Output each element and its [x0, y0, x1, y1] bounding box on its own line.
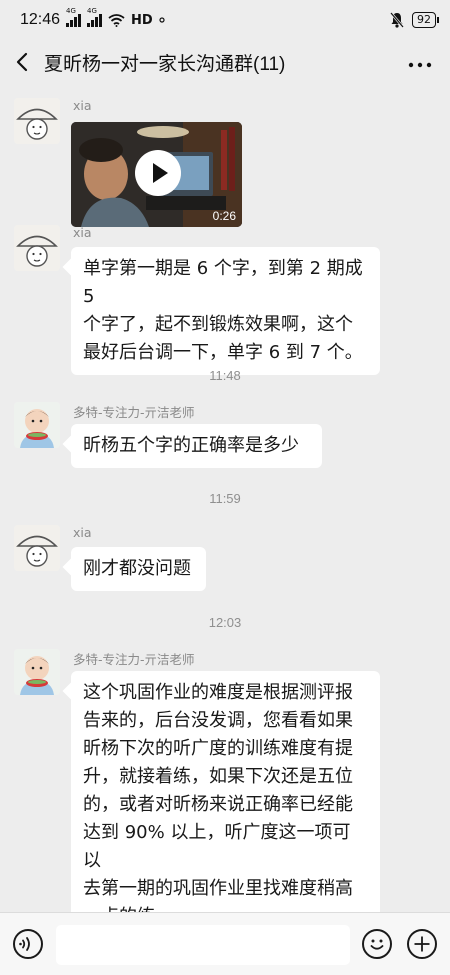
- message-text: xia 单字第一期是 6 个字，到第 2 期成 5 个字了，起不到锻炼效果啊，这…: [14, 225, 434, 375]
- back-button[interactable]: [0, 40, 44, 84]
- avatar-hat-face-icon: [14, 98, 60, 144]
- timestamp: 12:03: [208, 615, 242, 630]
- input-bar: [0, 912, 450, 975]
- avatar[interactable]: [14, 525, 60, 571]
- message-line: 昕杨五个字的正确率是多少: [83, 435, 299, 456]
- status-time: 12:46: [20, 11, 61, 28]
- avatar-child-icon: [14, 649, 60, 695]
- signal-tag: 4G: [66, 7, 76, 15]
- message-bubble[interactable]: 单字第一期是 6 个字，到第 2 期成 5 个字了，起不到锻炼效果啊，这个 最好…: [71, 247, 380, 375]
- wifi-icon: [108, 13, 125, 27]
- message-line: 的，或者对昕杨来说正确率已经能: [83, 794, 353, 815]
- message-bubble[interactable]: 昕杨五个字的正确率是多少: [71, 424, 322, 468]
- message-bubble[interactable]: 刚才都没问题: [71, 547, 206, 591]
- signal-icon: 4G: [66, 7, 82, 27]
- voice-button[interactable]: [13, 929, 43, 959]
- sender-name: 多特-专注力-亓洁老师: [73, 405, 195, 420]
- add-button[interactable]: [407, 929, 437, 959]
- status-left: 12:46 4G 4G HD: [20, 7, 165, 29]
- avatar[interactable]: [14, 98, 60, 144]
- avatar[interactable]: [14, 225, 60, 271]
- emoji-button[interactable]: [362, 929, 392, 959]
- message-video: xia 0:26: [14, 98, 434, 230]
- status-right: 92: [390, 12, 439, 28]
- page-title: 夏昕杨一对一家长沟通群(11): [44, 53, 286, 75]
- battery-indicator: 92: [412, 12, 439, 28]
- video-duration: 0:26: [212, 209, 236, 223]
- data-dot-icon: [159, 17, 165, 23]
- message-text: xia 刚才都没问题: [14, 525, 434, 595]
- message-line: 最好后台调一下，单字 6 到 7 个。: [83, 342, 363, 363]
- mute-bell-icon: [390, 12, 404, 28]
- message-line: 达到 90% 以上，听广度这一项可以: [83, 822, 351, 871]
- sender-name: 多特-专注力-亓洁老师: [73, 652, 195, 667]
- timestamp: 11:59: [209, 491, 241, 506]
- sender-name: xia: [73, 225, 92, 240]
- avatar-child-icon: [14, 402, 60, 448]
- message-line: 这个巩固作业的难度是根据测评报: [83, 682, 353, 703]
- message-text: 多特-专注力-亓洁老师 这个巩固作业的难度是根据测评报 告来的，后台没发调，您看…: [14, 649, 434, 939]
- message-input[interactable]: [56, 925, 350, 965]
- message-line: 昕杨下次的听广度的训练难度有提: [83, 738, 353, 759]
- chat-area[interactable]: xia 0:26 xia 单字第一期是 6 个字，到第 2 期成 5 个字了，起…: [0, 84, 450, 939]
- sender-name: xia: [73, 525, 92, 540]
- timestamp: 11:48: [209, 368, 241, 383]
- message-line: 单字第一期是 6 个字，到第 2 期成 5: [83, 258, 363, 307]
- status-bar: 12:46 4G 4G HD 92: [0, 0, 450, 40]
- message-bubble[interactable]: 这个巩固作业的难度是根据测评报 告来的，后台没发调，您看看如果 昕杨下次的听广度…: [71, 671, 380, 939]
- sender-name: xia: [73, 98, 92, 113]
- video-thumbnail[interactable]: 0:26: [71, 122, 242, 227]
- message-line: 刚才都没问题: [83, 558, 191, 579]
- avatar-hat-face-icon: [14, 225, 60, 271]
- title-bar: 夏昕杨一对一家长沟通群(11): [0, 40, 450, 84]
- avatar[interactable]: [14, 649, 60, 695]
- message-text: 多特-专注力-亓洁老师 昕杨五个字的正确率是多少: [14, 402, 434, 472]
- plus-icon: [414, 936, 430, 952]
- emoji-icon: [370, 939, 384, 950]
- more-icon: [408, 62, 432, 68]
- message-line: 个字了，起不到锻炼效果啊，这个: [83, 314, 353, 335]
- message-line: 告来的，后台没发调，您看看如果: [83, 710, 353, 731]
- message-line: 去第一期的巩固作业里找难度稍高: [83, 878, 353, 899]
- avatar-hat-face-icon: [14, 525, 60, 571]
- voice-icon: [19, 937, 30, 951]
- hd-indicator: HD: [131, 12, 153, 28]
- message-line: 升，就接着练，如果下次还是五位: [83, 766, 353, 787]
- play-icon[interactable]: [135, 150, 181, 196]
- signal-icon: 4G: [87, 7, 103, 27]
- avatar[interactable]: [14, 402, 60, 448]
- more-button[interactable]: [408, 48, 432, 72]
- back-arrow-icon: [16, 52, 28, 72]
- signal-tag: 4G: [87, 7, 97, 15]
